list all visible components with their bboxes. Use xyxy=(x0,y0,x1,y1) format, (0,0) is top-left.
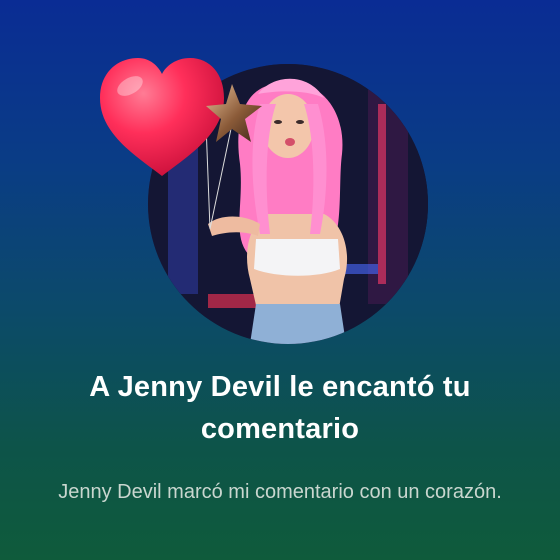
star-balloon-icon xyxy=(206,84,262,142)
notification-title: A Jenny Devil le encantó tu comentario xyxy=(89,371,471,445)
notification-subtitle: Jenny Devil marcó mi comentario con un c… xyxy=(58,481,502,503)
